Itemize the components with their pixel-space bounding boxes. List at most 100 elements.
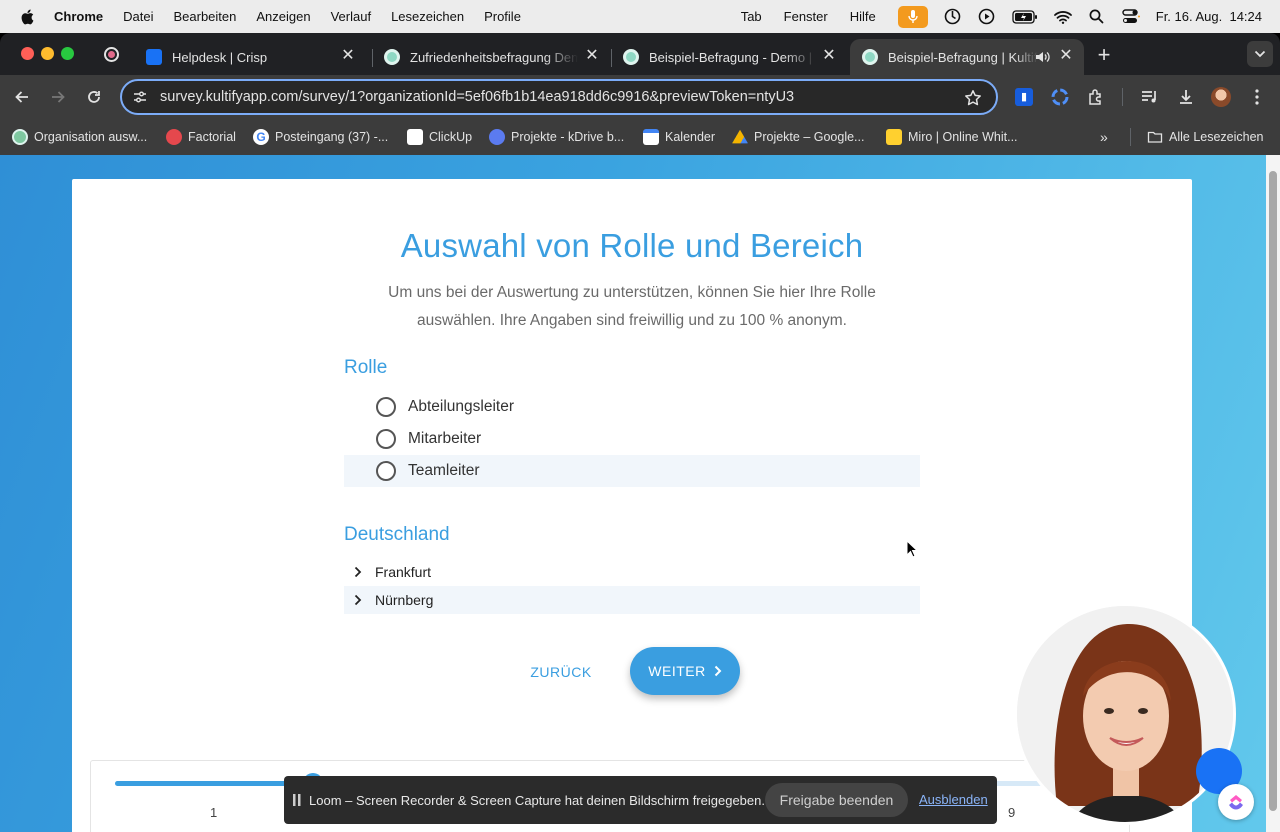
back-button[interactable] (12, 87, 32, 107)
next-button[interactable]: WEITER (630, 647, 740, 695)
all-bookmarks-label: Alle Lesezeichen (1169, 130, 1264, 144)
role-option-teamleiter[interactable]: Teamleiter (344, 455, 920, 487)
more-options-icon[interactable] (1246, 86, 1268, 108)
area-label[interactable]: Frankfurt (375, 564, 431, 580)
bookmark-organisation[interactable]: Organisation ausw... (12, 128, 147, 146)
spotlight-search-icon[interactable] (1088, 8, 1106, 26)
scrollbar-thumb[interactable] (1269, 171, 1277, 811)
google-drive-icon (732, 129, 748, 144)
tab-zufriedenheitsbefragung[interactable]: Zufriedenheitsbefragung Dem ✕ (372, 39, 610, 75)
bookmarks-overflow-chevron-icon[interactable]: » (1100, 128, 1108, 146)
screen-share-notification-bar: Loom – Screen Recorder & Screen Capture … (284, 776, 997, 824)
chevron-right-icon (714, 665, 722, 677)
close-window-button[interactable] (21, 47, 34, 60)
bookmark-label: Kalender (665, 130, 716, 144)
progress-step-last: 9 (1008, 805, 1016, 820)
downloads-icon[interactable] (1175, 86, 1197, 108)
radio-button[interactable] (376, 429, 396, 449)
menu-profile[interactable]: Profile (484, 9, 521, 24)
menu-datei[interactable]: Datei (123, 9, 153, 24)
folder-icon (1147, 131, 1163, 143)
back-button[interactable]: ZURÜCK (528, 660, 594, 684)
control-center-icon[interactable] (1122, 8, 1140, 26)
all-bookmarks-folder[interactable]: Alle Lesezeichen (1147, 128, 1264, 146)
menubar-clock[interactable]: Fr. 16. Aug. 14:24 (1156, 9, 1262, 24)
site-settings-icon[interactable] (132, 89, 148, 105)
play-circle-icon[interactable] (978, 8, 996, 26)
survey-intro-text: Um uns bei der Auswertung zu unterstütze… (388, 284, 876, 329)
recording-indicator-icon[interactable] (104, 47, 119, 62)
menu-app-chrome[interactable]: Chrome (54, 9, 103, 24)
role-label[interactable]: Teamleiter (408, 462, 480, 480)
reload-button[interactable] (84, 87, 104, 107)
calendar-icon (643, 129, 659, 145)
close-tab-icon[interactable]: ✕ (1058, 48, 1074, 64)
bookmark-posteingang[interactable]: G Posteingang (37) -... (253, 128, 388, 146)
tab-search-chevron-icon[interactable] (1247, 41, 1273, 67)
audio-playing-icon[interactable] (1034, 49, 1050, 65)
close-tab-icon[interactable]: ✕ (821, 48, 837, 64)
chevron-right-icon[interactable] (354, 566, 368, 578)
chevron-right-icon[interactable] (354, 594, 368, 606)
page-scrollbar[interactable] (1266, 155, 1280, 832)
menu-anzeigen[interactable]: Anzeigen (256, 9, 310, 24)
bookmark-label: Miro | Online Whit... (908, 130, 1018, 144)
tab-title: Beispiel-Befragung - Demo | K (649, 49, 817, 65)
bookmark-google-drive[interactable]: Projekte – Google... (732, 128, 864, 146)
area-label[interactable]: Nürnberg (375, 592, 433, 608)
bookmark-clickup[interactable]: ClickUp (407, 128, 472, 146)
loom-camera-bubble[interactable] (1014, 603, 1236, 825)
bookmark-kalender[interactable]: Kalender (643, 128, 715, 146)
minimize-window-button[interactable] (41, 47, 54, 60)
hide-notification-link[interactable]: Ausblenden (919, 792, 988, 807)
apple-logo-icon[interactable] (20, 9, 34, 25)
microphone-icon[interactable] (897, 5, 928, 28)
wifi-icon[interactable] (1053, 8, 1072, 26)
bookmark-miro[interactable]: Miro | Online Whit... (886, 128, 1018, 146)
tab-beispiel-befragung-demo[interactable]: Beispiel-Befragung - Demo | K ✕ (611, 39, 847, 75)
maximize-window-button[interactable] (61, 47, 74, 60)
tab-beispiel-befragung-kultify[interactable]: Beispiel-Befragung | Kultif ✕ (850, 39, 1084, 75)
extensions-puzzle-icon[interactable] (1085, 86, 1107, 108)
menu-hilfe[interactable]: Hilfe (850, 9, 876, 24)
area-item-frankfurt[interactable]: Frankfurt (344, 558, 920, 586)
media-controls-icon[interactable] (1139, 86, 1161, 108)
forward-button[interactable] (48, 87, 68, 107)
stop-sharing-button[interactable]: Freigabe beenden (765, 783, 908, 817)
radio-button[interactable] (376, 461, 396, 481)
battery-icon[interactable] (1012, 8, 1038, 26)
profile-avatar[interactable] (1210, 86, 1232, 108)
tab-helpdesk-crisp[interactable]: Helpdesk | Crisp ✕ (134, 39, 366, 75)
focus-icon[interactable] (944, 8, 962, 26)
bookmark-label: ClickUp (429, 130, 473, 144)
role-label[interactable]: Abteilungsleiter (408, 398, 514, 416)
loom-extension-icon[interactable] (1049, 86, 1071, 108)
bookmark-factorial[interactable]: Factorial (166, 128, 236, 146)
menu-fenster[interactable]: Fenster (784, 9, 828, 24)
bookmark-star-icon[interactable] (964, 89, 982, 107)
menu-bearbeiten[interactable]: Bearbeiten (173, 9, 236, 24)
close-tab-icon[interactable]: ✕ (340, 48, 356, 64)
address-bar[interactable]: survey.kultifyapp.com/survey/1?organizat… (120, 79, 998, 115)
area-item-nuernberg[interactable]: Nürnberg (344, 586, 920, 614)
close-tab-icon[interactable]: ✕ (584, 48, 600, 64)
menu-tab[interactable]: Tab (741, 9, 762, 24)
role-option-mitarbeiter[interactable]: Mitarbeiter (344, 423, 920, 455)
google-icon: G (253, 129, 269, 145)
clickup-badge-icon[interactable] (1218, 784, 1254, 820)
bitwarden-extension-icon[interactable]: ▮ (1013, 86, 1035, 108)
page-title: Auswahl von Rolle und Bereich (400, 227, 864, 264)
radio-button[interactable] (376, 397, 396, 417)
factorial-icon (166, 129, 182, 145)
pause-icon[interactable] (293, 794, 301, 806)
bookmark-kdrive[interactable]: Projekte - kDrive b... (489, 128, 624, 146)
url-text[interactable]: survey.kultifyapp.com/survey/1?organizat… (160, 89, 794, 105)
new-tab-button[interactable]: + (1094, 44, 1114, 66)
role-label[interactable]: Mitarbeiter (408, 430, 481, 448)
tab-strip: Helpdesk | Crisp ✕ Zufriedenheitsbefragu… (0, 33, 1280, 75)
role-option-abteilungsleiter[interactable]: Abteilungsleiter (344, 391, 920, 423)
role-section-title: Rolle (344, 357, 388, 378)
kultify-favicon-icon (384, 49, 400, 65)
menu-lesezeichen[interactable]: Lesezeichen (391, 9, 464, 24)
menu-verlauf[interactable]: Verlauf (331, 9, 371, 24)
